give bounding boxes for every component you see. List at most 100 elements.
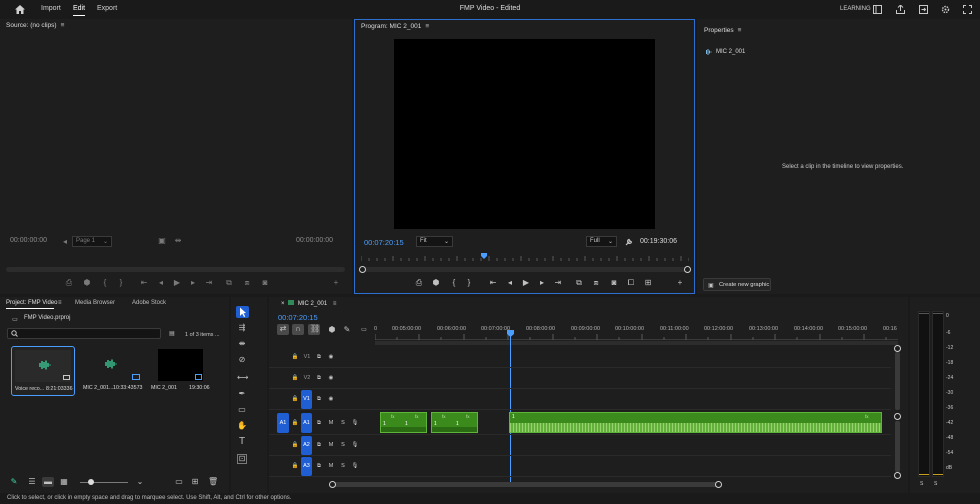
lock-icon[interactable]: 🔒	[290, 373, 300, 383]
track-select-tool[interactable]: ⇶	[237, 324, 247, 332]
tab-adobe-stock[interactable]: Adobe Stock	[132, 300, 166, 306]
program-title[interactable]: Program: MIC 2_001	[361, 23, 421, 30]
share-icon[interactable]	[896, 5, 906, 14]
go-to-out-icon[interactable]: ⇥	[554, 279, 562, 287]
mic-icon[interactable]: 🎙	[350, 418, 360, 428]
panel-menu-icon[interactable]: ≡	[333, 301, 337, 307]
audio-clip-main[interactable]: 1 fx	[509, 412, 882, 433]
step-forward-icon[interactable]: ▸	[538, 279, 546, 287]
extract-icon[interactable]: ⧉	[575, 279, 583, 287]
track-label[interactable]: V1	[302, 352, 312, 362]
marker-icon[interactable]: ⬢	[432, 279, 440, 287]
source-scrubber[interactable]	[6, 267, 345, 272]
panel-menu-icon[interactable]: ≡	[58, 300, 62, 306]
workspace-label[interactable]: LEARNING	[840, 6, 871, 12]
list-view-icon[interactable]: ☰	[28, 478, 36, 486]
sync-lock-icon[interactable]: ⧉	[314, 440, 324, 450]
program-quality-dropdown[interactable]: Full ⌄	[586, 236, 617, 247]
linked-selection-button[interactable]: ⛓	[308, 324, 320, 335]
zoom-slider-handle[interactable]	[88, 479, 94, 485]
audio-clip[interactable]: fx fx 1 1	[380, 412, 427, 433]
step-back-icon[interactable]: ◂	[506, 279, 514, 287]
icon-view-button[interactable]: ▬	[42, 477, 54, 487]
play-icon[interactable]: ▶	[522, 279, 530, 287]
audio-clip[interactable]: fx fx 1 1	[431, 412, 478, 433]
source-prev-icon[interactable]: ◂	[62, 238, 68, 246]
insert-icon[interactable]: ⧉	[225, 279, 233, 287]
menu-import[interactable]: Import	[41, 5, 61, 12]
comparison-view-icon[interactable]: ⧠	[627, 279, 635, 287]
type-tool[interactable]: T	[237, 437, 247, 447]
quick-export-icon[interactable]	[919, 5, 929, 14]
media-item[interactable]: MIC 2_001 19:30:06	[151, 346, 211, 396]
close-icon[interactable]: ×	[281, 301, 285, 307]
lift-icon[interactable]: ⎙	[415, 279, 423, 287]
mark-out-icon[interactable]: }	[117, 279, 125, 287]
scroll-track-audio[interactable]	[895, 421, 900, 472]
timeline-timecode[interactable]: 00:07:20:15	[278, 313, 318, 322]
pen-tool[interactable]: ✒	[237, 390, 247, 398]
solo-button[interactable]: S	[338, 440, 348, 450]
hscroll-end-handle[interactable]	[715, 481, 722, 488]
program-video-frame[interactable]	[394, 39, 655, 229]
zoom-slider[interactable]	[80, 479, 128, 485]
lift-icon[interactable]: ⎙	[65, 279, 73, 287]
new-bin-icon[interactable]: ▭	[175, 478, 183, 486]
solo-button[interactable]: S	[338, 461, 348, 471]
source-page-dropdown[interactable]: Page 1 ⌄	[72, 236, 112, 247]
track-label[interactable]: V2	[302, 373, 312, 383]
export-frame-icon[interactable]: ◙	[261, 279, 269, 287]
tab-project[interactable]: Project: FMP Video	[6, 300, 57, 306]
source-patch-a1[interactable]: A1	[277, 413, 289, 433]
scroll-handle-mid[interactable]	[894, 413, 901, 420]
program-fit-dropdown[interactable]: Fit ⌄	[416, 236, 453, 247]
slip-tool[interactable]: ⟷	[237, 374, 248, 382]
program-ruler[interactable]	[361, 253, 689, 261]
workspaces-icon[interactable]	[873, 5, 883, 14]
overwrite-icon[interactable]: ⧈	[243, 279, 251, 287]
work-area-bar[interactable]	[375, 341, 898, 345]
track-target[interactable]: A1	[301, 413, 312, 433]
overwrite-icon[interactable]: ⧈	[592, 279, 600, 287]
lock-icon[interactable]: 🔒	[290, 418, 300, 428]
track-target[interactable]: A3	[301, 457, 312, 476]
settings-icon[interactable]	[941, 5, 951, 14]
sync-lock-icon[interactable]: ⧉	[314, 352, 324, 362]
eye-icon[interactable]: ◉	[326, 394, 336, 404]
hscroll-start-handle[interactable]	[329, 481, 336, 488]
menu-export[interactable]: Export	[97, 5, 117, 12]
lock-icon[interactable]: 🔒	[290, 352, 300, 362]
track-target[interactable]: A2	[301, 436, 312, 455]
timeline-ruler[interactable]	[375, 334, 898, 340]
media-item[interactable]: Voice reco... 8:21:03336	[11, 346, 75, 396]
selection-tool[interactable]	[236, 306, 249, 318]
sync-lock-icon[interactable]: ⧉	[314, 394, 324, 404]
captions-icon[interactable]: ▭	[360, 326, 368, 334]
go-to-in-icon[interactable]: ⇤	[140, 279, 148, 287]
sync-lock-icon[interactable]: ⧉	[314, 373, 324, 383]
mute-button[interactable]: M	[326, 440, 336, 450]
hand-tool[interactable]: ✋	[237, 422, 247, 430]
insert-sequence-button[interactable]: ⇄	[277, 324, 289, 335]
source-tc-out[interactable]: 00:00:00:00	[296, 237, 333, 244]
properties-title[interactable]: Properties	[704, 27, 734, 34]
captions-tool[interactable]: ⊡	[237, 454, 247, 464]
panel-menu-icon[interactable]: ≡	[61, 22, 65, 29]
eye-icon[interactable]: ◉	[326, 373, 336, 383]
wrench-icon[interactable]	[625, 238, 633, 246]
program-tc-current[interactable]: 00:07:20:15	[364, 238, 404, 247]
eye-icon[interactable]: ◉	[326, 352, 336, 362]
create-new-graphic-button[interactable]: ▣ Create new graphic	[703, 278, 771, 291]
media-item[interactable]: MIC 2_001... 10:33:43573	[79, 346, 153, 396]
home-icon[interactable]	[15, 5, 25, 14]
mic-icon[interactable]: 🎙	[350, 440, 360, 450]
panel-menu-icon[interactable]: ≡	[425, 23, 429, 30]
mute-button[interactable]: M	[326, 418, 336, 428]
snap-button[interactable]: ∩	[292, 324, 304, 335]
export-frame-icon[interactable]: ◙	[610, 279, 618, 287]
source-title[interactable]: Source: (no clips)	[6, 22, 57, 29]
step-forward-icon[interactable]: ▸	[189, 279, 197, 287]
scroll-handle-top[interactable]	[894, 345, 901, 352]
new-item-icon[interactable]: ⊞	[191, 478, 199, 486]
write-on-icon[interactable]: ✎	[10, 478, 18, 486]
